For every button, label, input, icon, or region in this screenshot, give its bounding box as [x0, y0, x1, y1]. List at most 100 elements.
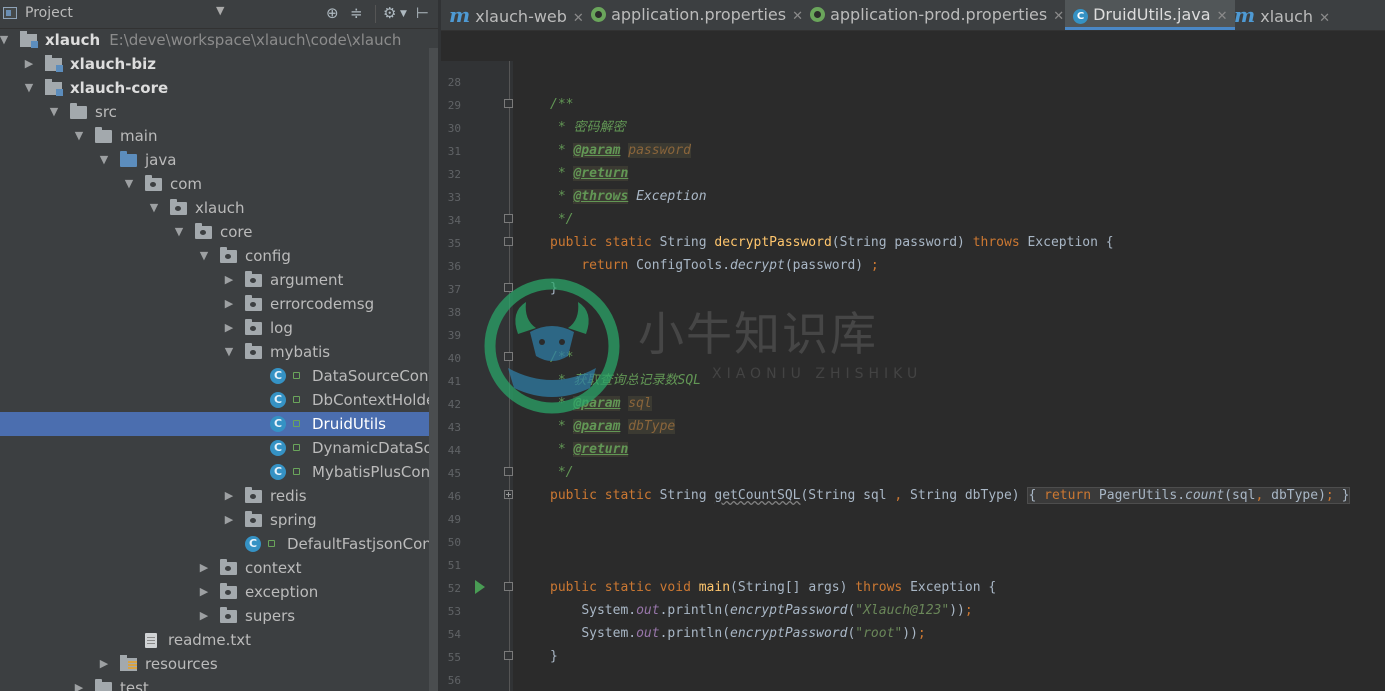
text-file-icon	[145, 633, 157, 648]
run-main-icon[interactable]	[475, 580, 485, 594]
tree-node[interactable]: readme.txt	[0, 628, 438, 652]
expand-arrow-icon[interactable]: ▼	[73, 124, 85, 148]
tab-xlauch-web[interactable]: m xlauch-web ✕	[449, 0, 584, 30]
code-line-45: */	[557, 465, 574, 480]
tree-node[interactable]: ▼ main	[0, 124, 438, 148]
spring-icon	[591, 7, 606, 22]
expand-arrow-icon[interactable]: ▼	[148, 196, 160, 220]
collapse-arrow-icon[interactable]: ▶	[198, 580, 210, 604]
tree-node[interactable]: C DefaultFastjsonConfig	[0, 532, 438, 556]
collapse-arrow-icon[interactable]: ▶	[223, 292, 235, 316]
gear-icon[interactable]: ⚙	[383, 4, 396, 22]
expand-arrow-icon[interactable]: ▼	[48, 100, 60, 124]
collapse-arrow-icon[interactable]: ▶	[98, 652, 110, 676]
close-icon[interactable]: ✕	[1217, 9, 1228, 24]
class-icon: C	[1073, 9, 1088, 24]
tree-node[interactable]: ▼ java	[0, 148, 438, 172]
expand-arrow-icon[interactable]: ▼	[23, 76, 35, 100]
collapse-arrow-icon[interactable]: ▶	[73, 676, 85, 691]
fold-marker[interactable]	[504, 582, 513, 591]
tree-node[interactable]: C DruidUtils	[0, 412, 438, 436]
tab-druidutils-java[interactable]: C DruidUtils.java ✕	[1065, 0, 1236, 30]
tree-node[interactable]: ▶ resources	[0, 652, 438, 676]
collapse-arrow-icon[interactable]: ▶	[223, 484, 235, 508]
collapse-arrow-icon[interactable]: ▶	[23, 52, 35, 76]
line-number: 55	[447, 651, 461, 664]
project-panel-title[interactable]: Project	[25, 5, 73, 21]
collapse-arrow-icon[interactable]: ▶	[223, 508, 235, 532]
collapse-arrow-icon[interactable]: ▶	[198, 604, 210, 628]
tree-node[interactable]: ▼ mybatis	[0, 340, 438, 364]
tab-xlauch[interactable]: m xlauch ✕	[1234, 0, 1330, 30]
tree-node[interactable]: ▶ supers	[0, 604, 438, 628]
collapse-arrow-icon[interactable]: ▶	[198, 556, 210, 580]
spring-icon	[810, 7, 825, 22]
tree-node[interactable]: C DynamicDataSource	[0, 436, 438, 460]
close-icon[interactable]: ✕	[792, 9, 803, 24]
tree-node[interactable]: ▶ xlauch-biz	[0, 52, 438, 76]
fold-marker[interactable]	[504, 237, 513, 246]
tab-application-properties[interactable]: application.properties ✕	[591, 0, 803, 30]
tree-node-label: xlauch-core	[70, 79, 169, 97]
fold-marker[interactable]	[504, 651, 513, 660]
code-line-52: public static void main(String[] args) t…	[550, 580, 997, 595]
code-line-46: public static String getCountSQL(String …	[550, 487, 1351, 504]
expand-arrow-icon[interactable]: ▼	[198, 244, 210, 268]
tree-node[interactable]: ▼ core	[0, 220, 438, 244]
folder-icon	[70, 103, 87, 119]
hide-panel-icon[interactable]: ⊢	[416, 4, 429, 22]
tab-label: application.properties	[611, 5, 787, 24]
tree-node[interactable]: ▼ xlauch	[0, 196, 438, 220]
package-icon	[220, 583, 237, 599]
gear-dropdown-icon[interactable]: ▼	[400, 9, 407, 19]
tree-node-label: DbContextHolder	[312, 391, 438, 409]
collapse-arrow-icon[interactable]: ▶	[223, 268, 235, 292]
expand-arrow-icon[interactable]: ▼	[173, 220, 185, 244]
expand-arrow-icon[interactable]: ▼	[98, 148, 110, 172]
tree-node[interactable]: ▼ com	[0, 172, 438, 196]
expand-arrow-icon[interactable]: ▼	[123, 172, 135, 196]
project-panel-header: Project ▼ ⊕ ≑ ⚙ ▼ ⊢	[0, 0, 438, 29]
fold-marker[interactable]	[504, 99, 513, 108]
tree-node[interactable]: ▶ test	[0, 676, 438, 691]
tree-node[interactable]: C MybatisPlusConfig	[0, 460, 438, 484]
package-icon	[170, 199, 187, 215]
tree-node[interactable]: C DataSourceConfig	[0, 364, 438, 388]
watermark-text: 小牛知识库	[638, 307, 878, 361]
tree-node[interactable]: ▶ log	[0, 316, 438, 340]
tree-node[interactable]: ▼ xlauch E:\deve\workspace\xlauch\code\xla…	[0, 28, 438, 52]
source-folder-icon	[120, 151, 137, 167]
expand-arrow-icon[interactable]: ▼	[223, 340, 235, 364]
locate-target-icon[interactable]: ⊕	[326, 4, 339, 22]
class-icon: C	[270, 392, 286, 408]
tree-node[interactable]: ▼ src	[0, 100, 438, 124]
tree-node[interactable]: C DbContextHolder	[0, 388, 438, 412]
view-dropdown-icon[interactable]: ▼	[216, 4, 224, 17]
close-icon[interactable]: ✕	[1319, 11, 1330, 26]
tree-node[interactable]: ▶ spring	[0, 508, 438, 532]
tree-node[interactable]: ▼ xlauch-core	[0, 76, 438, 100]
fold-marker-collapsed[interactable]	[504, 490, 513, 499]
expand-arrow-icon[interactable]: ▼	[0, 28, 10, 52]
fold-marker[interactable]	[504, 467, 513, 476]
tree-node[interactable]: ▼ config	[0, 244, 438, 268]
tab-application-prod-properties[interactable]: application-prod.properties ✕	[810, 0, 1064, 30]
access-lock-icon	[293, 396, 300, 403]
collapse-all-icon[interactable]: ≑	[350, 4, 363, 22]
collapse-arrow-icon[interactable]: ▶	[223, 316, 235, 340]
tree-scrollbar[interactable]	[429, 48, 438, 691]
tree-node-label: core	[220, 223, 253, 241]
fold-marker[interactable]	[504, 214, 513, 223]
close-icon[interactable]: ✕	[573, 11, 584, 26]
line-number: 45	[447, 467, 461, 480]
tree-node[interactable]: ▶ exception	[0, 580, 438, 604]
tree-node[interactable]: ▶ argument	[0, 268, 438, 292]
line-number: 53	[447, 605, 461, 618]
close-icon[interactable]: ✕	[1053, 9, 1064, 24]
tree-node-label: log	[270, 319, 293, 337]
tree-node[interactable]: ▶ redis	[0, 484, 438, 508]
tree-node[interactable]: ▶ errorcodemsg	[0, 292, 438, 316]
tree-node[interactable]: ▶ context	[0, 556, 438, 580]
code-line-35: public static String decryptPassword(Str…	[550, 235, 1114, 250]
package-icon	[245, 271, 262, 287]
